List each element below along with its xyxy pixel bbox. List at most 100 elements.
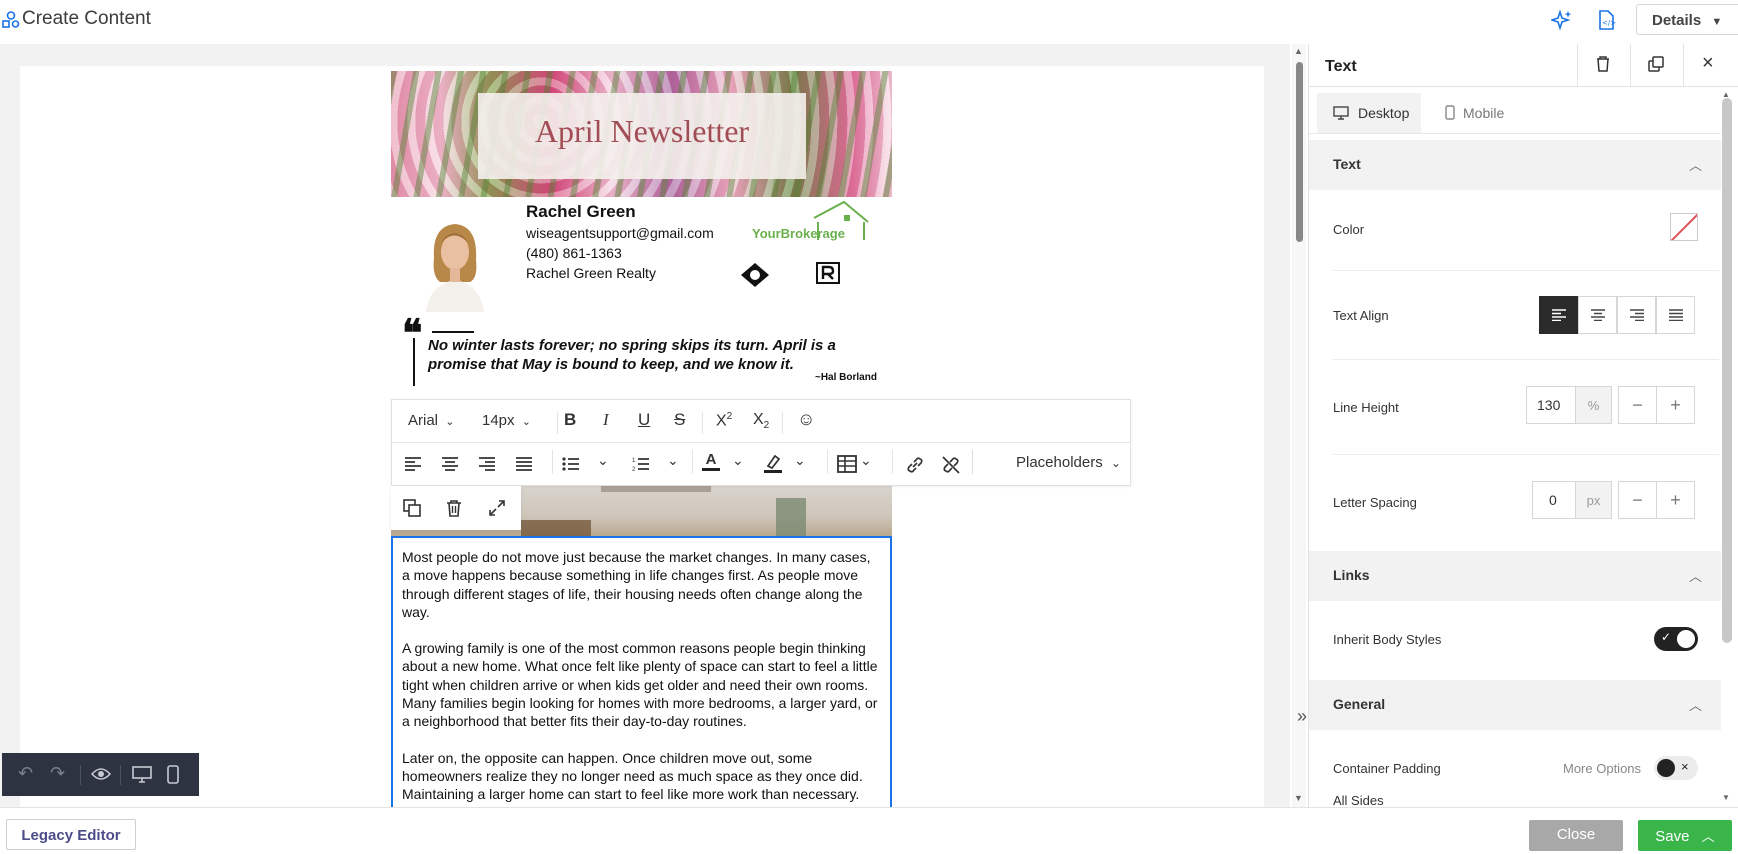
ai-sparkle-icon[interactable] [1551, 9, 1573, 31]
link-icon[interactable] [905, 455, 925, 475]
banner-image[interactable]: April Newsletter [391, 71, 892, 197]
section-general-header[interactable]: General ︿ [1309, 680, 1721, 730]
align-left-button[interactable] [1539, 296, 1578, 334]
align-right-button[interactable] [1617, 296, 1656, 334]
inherit-body-styles-toggle[interactable]: ✓ [1654, 627, 1698, 651]
mobile-icon [1445, 105, 1455, 120]
line-height-increase-button[interactable]: + [1656, 386, 1695, 424]
panel-header-divider [1630, 44, 1631, 86]
tab-desktop-label: Desktop [1358, 105, 1410, 121]
preview-eye-icon[interactable] [91, 767, 111, 781]
table-icon[interactable] [837, 455, 857, 473]
section-separator [1333, 454, 1719, 455]
duplicate-icon[interactable] [403, 499, 421, 517]
align-right-icon[interactable] [478, 455, 496, 473]
text-block-content[interactable]: Most people do not move just because the… [393, 538, 890, 814]
subscript-icon[interactable]: X2 [753, 411, 769, 431]
superscript-icon[interactable]: X2 [716, 411, 732, 430]
agent-company: Rachel Green Realty [526, 265, 656, 281]
trash-icon[interactable] [446, 499, 462, 517]
chevron-down-icon: ⌄ [521, 416, 531, 428]
toolbar-separator [692, 450, 693, 474]
chevron-down-icon: ▼ [1711, 16, 1723, 28]
duplicate-icon[interactable] [1648, 56, 1664, 72]
font-size-select[interactable]: 14px ⌄ [482, 412, 531, 429]
color-label: Color [1333, 222, 1365, 237]
line-height-label: Line Height [1333, 400, 1399, 415]
tab-mobile-label: Mobile [1463, 105, 1505, 121]
scroll-down-icon[interactable]: ▼ [1294, 793, 1303, 803]
tab-desktop[interactable]: Desktop [1317, 93, 1421, 133]
color-swatch[interactable] [1670, 213, 1698, 241]
desktop-icon[interactable] [132, 766, 152, 783]
save-button[interactable]: Save ︿ [1638, 820, 1732, 851]
emoji-icon[interactable]: ☺ [797, 409, 815, 430]
unlink-icon[interactable] [941, 455, 961, 475]
strikethrough-icon[interactable]: S [674, 410, 685, 430]
redo-icon[interactable]: ↷ [50, 763, 65, 784]
check-icon: ✓ [1661, 630, 1672, 644]
document-code-icon[interactable]: </> [1595, 9, 1617, 31]
container-padding-toggle[interactable]: × [1654, 756, 1698, 780]
canvas-scrollbar-thumb[interactable] [1296, 62, 1303, 242]
numbered-list-icon[interactable]: 12 [632, 455, 650, 473]
underline-icon[interactable]: U [638, 410, 650, 430]
section-links-title: Links [1333, 567, 1370, 583]
toolbar-separator [552, 450, 553, 474]
scroll-down-icon[interactable]: ▼ [1722, 793, 1730, 802]
font-family-select[interactable]: Arial ⌄ [408, 412, 454, 429]
align-justify-button[interactable] [1656, 296, 1695, 334]
letter-spacing-increase-button[interactable]: + [1656, 481, 1695, 519]
chevron-up-icon: ︿ [1689, 158, 1703, 173]
bold-icon[interactable]: B [564, 410, 576, 430]
section-links-header[interactable]: Links ︿ [1309, 551, 1721, 601]
highlight-color-icon[interactable] [763, 453, 783, 473]
mobile-icon[interactable] [167, 765, 179, 784]
chevron-down-icon[interactable]: ⌄ [794, 452, 806, 469]
body-paragraph: Most people do not move just because the… [402, 549, 871, 620]
trash-icon[interactable] [1596, 56, 1610, 72]
undo-icon[interactable]: ↶ [18, 763, 33, 784]
align-justify-icon[interactable] [515, 455, 533, 473]
line-height-decrease-button[interactable]: − [1618, 386, 1657, 424]
letter-spacing-input[interactable]: 0 [1532, 481, 1576, 519]
section-general-title: General [1333, 696, 1386, 712]
agent-phone: (480) 861-1363 [526, 245, 622, 261]
agent-photo[interactable] [412, 218, 498, 312]
letter-spacing-decrease-button[interactable]: − [1618, 481, 1657, 519]
chevron-down-icon[interactable]: ⌄ [667, 452, 679, 469]
placeholders-dropdown[interactable]: Placeholders ⌄ [1016, 454, 1121, 471]
text-color-icon[interactable]: A [702, 452, 720, 471]
move-icon[interactable] [488, 499, 506, 517]
chevron-down-icon[interactable]: ⌄ [860, 452, 872, 469]
scroll-up-icon[interactable]: ▲ [1722, 90, 1730, 99]
close-button[interactable]: Close [1529, 820, 1623, 851]
details-label: Details [1652, 12, 1702, 29]
align-center-button[interactable] [1578, 296, 1617, 334]
chevron-down-icon[interactable]: ⌄ [732, 452, 744, 469]
tab-mobile[interactable]: Mobile [1429, 93, 1519, 133]
save-label: Save [1655, 828, 1690, 845]
mls-logo [741, 263, 769, 287]
chevron-down-icon[interactable]: ⌄ [597, 452, 609, 469]
close-icon[interactable]: × [1702, 52, 1714, 75]
align-left-icon[interactable] [404, 455, 422, 473]
toggle-knob [1677, 630, 1695, 648]
bullet-list-icon[interactable] [562, 455, 580, 473]
legacy-editor-button[interactable]: Legacy Editor [6, 819, 136, 850]
inherit-body-styles-label: Inherit Body Styles [1333, 632, 1442, 647]
align-justify-icon [1669, 309, 1683, 321]
section-text-header[interactable]: Text ︿ [1309, 140, 1721, 190]
desktop-icon [1333, 106, 1349, 120]
line-height-input[interactable]: 130 [1526, 386, 1576, 424]
agent-name: Rachel Green [526, 202, 636, 221]
container-padding-label: Container Padding [1333, 761, 1441, 776]
selected-text-block[interactable]: Most people do not move just because the… [391, 536, 892, 816]
scroll-up-icon[interactable]: ▲ [1294, 46, 1303, 56]
align-center-icon[interactable] [441, 455, 459, 473]
details-dropdown-button[interactable]: Details ▼ [1636, 4, 1738, 35]
collapse-panel-icon[interactable]: » [1297, 706, 1307, 727]
panel-scrollbar-thumb[interactable] [1722, 98, 1732, 643]
toolbar-separator [702, 412, 703, 434]
italic-icon[interactable]: I [603, 410, 609, 430]
